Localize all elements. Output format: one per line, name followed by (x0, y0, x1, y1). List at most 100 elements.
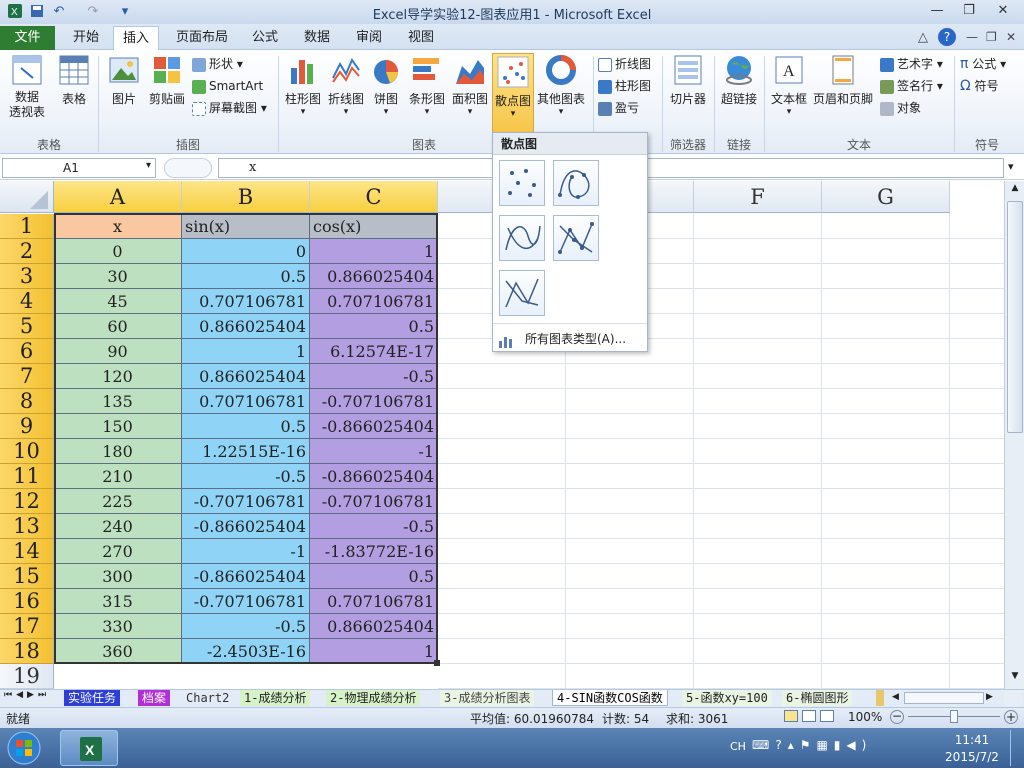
table-cell[interactable]: -1.83772E-16 (310, 539, 438, 564)
tab-formulas[interactable]: 公式 (242, 26, 288, 50)
row-header[interactable]: 13 (0, 514, 54, 539)
table-cell[interactable]: -0.707106781 (310, 489, 438, 514)
scatter-smooth-markers-option[interactable] (553, 160, 599, 206)
table-cell[interactable]: 270 (54, 539, 182, 564)
zoom-out-icon[interactable]: − (890, 710, 904, 724)
page-break-view-icon[interactable] (820, 710, 834, 722)
smartart-button[interactable]: SmartArt (192, 76, 263, 96)
row-header[interactable]: 10 (0, 439, 54, 464)
table-cell[interactable]: 1 (310, 639, 438, 664)
textbox-button[interactable]: A 文本框 ▾ (768, 54, 810, 117)
pie-chart-button[interactable]: 饼图 ▾ (368, 54, 404, 117)
formula-expand-handle[interactable] (164, 158, 212, 178)
table-cell[interactable]: 45 (54, 289, 182, 314)
table-cell[interactable]: 300 (54, 564, 182, 589)
column-chart-button[interactable]: 柱形图 ▾ (282, 54, 324, 117)
table-cell[interactable]: 135 (54, 389, 182, 414)
screenshot-button[interactable]: 屏幕截图 ▾ (192, 98, 267, 118)
sheet-tab-6[interactable]: 6-椭圆图形 (782, 690, 853, 706)
sheet-tab-more[interactable] (876, 690, 884, 706)
sparkline-winloss-button[interactable]: 盈亏 (598, 98, 639, 118)
table-cell[interactable]: 6.12574E-17 (310, 339, 438, 364)
column-header-A[interactable]: A (54, 181, 182, 213)
table-cell[interactable]: 0.866025404 (182, 314, 310, 339)
row-header[interactable]: 14 (0, 539, 54, 564)
sheet-tab-3[interactable]: 3-成绩分析图表 (440, 690, 535, 706)
table-cell[interactable]: -0.866025404 (182, 564, 310, 589)
table-cell[interactable]: -0.5 (182, 464, 310, 489)
input-language[interactable]: CH (730, 740, 746, 753)
start-button[interactable] (4, 730, 44, 766)
scatter-markers-only-option[interactable] (499, 160, 545, 206)
table-cell[interactable]: -1 (310, 439, 438, 464)
sheet-tab-archive[interactable]: 档案 (138, 690, 171, 706)
table-cell[interactable]: 0.5 (310, 314, 438, 339)
tab-file[interactable]: 文件 (0, 26, 55, 50)
table-cell[interactable]: 210 (54, 464, 182, 489)
equation-button[interactable]: π 公式 ▾ (960, 54, 1006, 74)
hscroll-right-icon[interactable]: ▶ (986, 692, 993, 702)
row-header[interactable]: 3 (0, 264, 54, 289)
table-cell[interactable]: 60 (54, 314, 182, 339)
table-cell[interactable]: 240 (54, 514, 182, 539)
table-cell[interactable]: 1 (182, 339, 310, 364)
scroll-up-icon[interactable]: ▲ (1007, 183, 1023, 197)
table-cell[interactable]: 1 (310, 239, 438, 264)
column-header-G[interactable]: G (822, 181, 950, 213)
table-cell[interactable]: 90 (54, 339, 182, 364)
table-cell[interactable]: 0.707106781 (310, 589, 438, 614)
show-desktop-button[interactable] (1010, 730, 1022, 766)
row-header[interactable]: 15 (0, 564, 54, 589)
fill-handle[interactable] (434, 660, 440, 666)
row-header[interactable]: 2 (0, 239, 54, 264)
row-header[interactable]: 16 (0, 589, 54, 614)
table-cell[interactable]: 0 (182, 239, 310, 264)
table-cell[interactable]: -0.707106781 (182, 489, 310, 514)
tab-page-layout[interactable]: 页面布局 (168, 26, 236, 50)
doc-close-icon[interactable]: ✕ (1006, 30, 1016, 44)
table-cell[interactable]: 225 (54, 489, 182, 514)
table-cell[interactable]: -1 (182, 539, 310, 564)
table-cell[interactable]: 0.866025404 (182, 364, 310, 389)
table-cell[interactable]: 150 (54, 414, 182, 439)
table-cell[interactable]: 180 (54, 439, 182, 464)
row-header[interactable]: 4 (0, 289, 54, 314)
row-header[interactable]: 18 (0, 639, 54, 664)
all-chart-types-option[interactable]: 所有图表类型(A)... (499, 329, 641, 349)
table-cell[interactable]: -0.5 (310, 514, 438, 539)
signature-line-button[interactable]: 签名行 ▾ (880, 76, 943, 96)
table-cell[interactable]: 0.866025404 (310, 614, 438, 639)
picture-button[interactable]: 图片 (104, 54, 144, 107)
bar-chart-button[interactable]: 条形图 ▾ (406, 54, 448, 117)
table-cell[interactable]: 1.22515E-16 (182, 439, 310, 464)
shapes-button[interactable]: 形状 ▾ (192, 54, 243, 74)
restore-button[interactable]: ❐ (956, 2, 982, 20)
row-header[interactable]: 12 (0, 489, 54, 514)
row-header[interactable]: 8 (0, 389, 54, 414)
sheet-tab-2[interactable]: 2-物理成绩分析 (326, 690, 421, 706)
row-header[interactable]: 9 (0, 414, 54, 439)
pivot-table-button[interactable]: 数据 透视表 (4, 54, 50, 120)
clock-date[interactable]: 2015/7/2 (940, 750, 1004, 764)
table-cell[interactable]: -0.707106781 (310, 389, 438, 414)
table-cell[interactable]: 0.707106781 (182, 389, 310, 414)
table-cell[interactable]: -0.866025404 (310, 464, 438, 489)
tab-view[interactable]: 视图 (398, 26, 444, 50)
table-button[interactable]: 表格 (54, 54, 94, 107)
header-footer-button[interactable]: 页眉和页脚 (812, 54, 874, 107)
column-header-F[interactable]: F (694, 181, 822, 213)
horizontal-scrollbar[interactable] (904, 692, 984, 704)
scatter-straight-markers-option[interactable] (553, 215, 599, 261)
doc-restore-icon[interactable]: ❐ (986, 30, 997, 44)
normal-view-icon[interactable] (784, 710, 798, 722)
scatter-straight-lines-option[interactable] (499, 270, 545, 316)
table-cell[interactable]: 330 (54, 614, 182, 639)
sheet-tab-4-active[interactable]: 4-SIN函数COS函数 (552, 690, 668, 706)
table-cell[interactable]: -0.5 (182, 614, 310, 639)
row-header[interactable]: 5 (0, 314, 54, 339)
clipart-button[interactable]: 剪贴画 (146, 54, 188, 107)
minimize-button[interactable]: — (924, 2, 950, 20)
column-label-cell[interactable]: sin(x) (182, 214, 310, 239)
scroll-down-icon[interactable]: ▼ (1007, 671, 1023, 685)
row-header[interactable]: 11 (0, 464, 54, 489)
